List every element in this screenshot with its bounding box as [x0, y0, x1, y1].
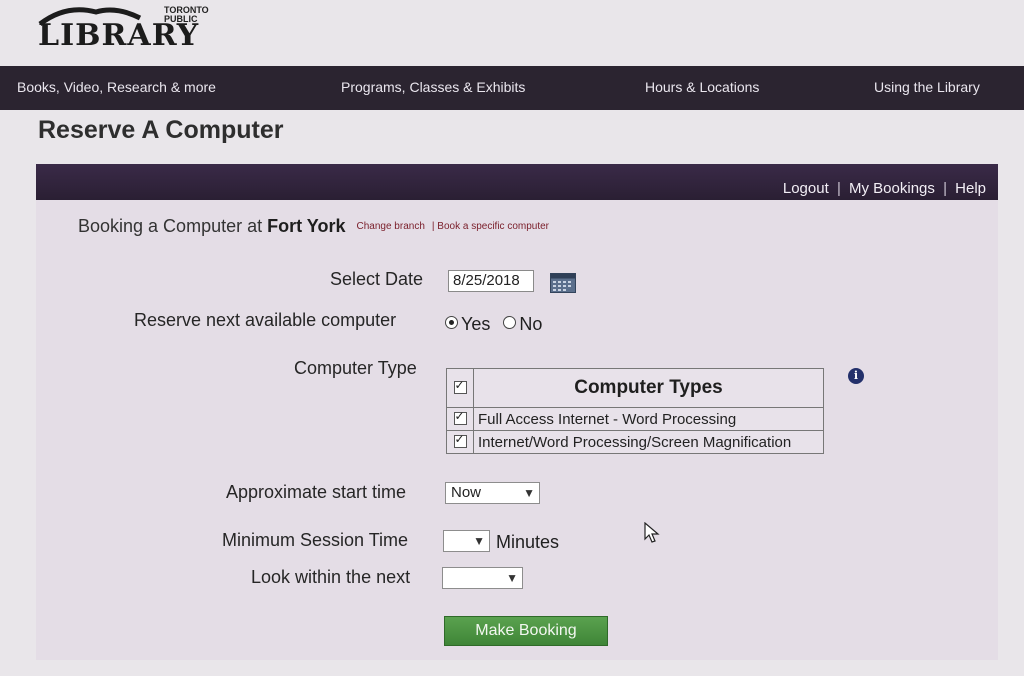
checkbox-cell: [446, 407, 474, 431]
minutes-unit: Minutes: [496, 532, 560, 552]
yes-radio[interactable]: [445, 316, 458, 329]
logo-wordmark: LIBRARY: [38, 18, 200, 53]
library-logo[interactable]: TORONTO PUBLIC LIBRARY: [36, 4, 216, 54]
link-separator: |: [943, 180, 947, 197]
yes-label[interactable]: Yes: [461, 314, 490, 334]
table-row: Internet/Word Processing/Screen Magnific…: [446, 430, 824, 454]
look-within-label: Look within the next: [251, 567, 411, 587]
computer-type-label: Computer Type: [294, 358, 417, 378]
table-row: Full Access Internet - Word Processing: [446, 407, 824, 431]
my-bookings-link[interactable]: My Bookings: [849, 180, 935, 197]
nav-item-books[interactable]: Books, Video, Research & more: [17, 79, 216, 95]
book-specific-computer-link[interactable]: | Book a specific computer: [432, 221, 549, 232]
branch-name: Fort York: [267, 216, 346, 236]
select-all-cell: [446, 368, 474, 408]
nav-item-programs[interactable]: Programs, Classes & Exhibits: [341, 79, 525, 95]
date-input[interactable]: 8/25/2018: [448, 270, 534, 292]
chevron-down-icon: ▼: [473, 534, 485, 548]
checkbox-cell: [446, 430, 474, 454]
reserve-next-label: Reserve next available computer: [134, 310, 397, 330]
no-radio[interactable]: [503, 316, 517, 329]
computer-type-name: Full Access Internet - Word Processing: [473, 407, 824, 431]
reserve-next-radio-group: Yes No: [445, 314, 542, 335]
info-icon[interactable]: i: [848, 368, 864, 384]
chevron-down-icon: ▼: [506, 571, 518, 585]
chevron-down-icon: ▼: [523, 486, 535, 500]
change-branch-link[interactable]: Change branch: [357, 221, 425, 232]
page-title: Reserve A Computer: [38, 116, 284, 144]
look-within-select[interactable]: ▼: [442, 567, 523, 589]
start-time-select[interactable]: Now ▼: [445, 482, 540, 504]
make-booking-button[interactable]: Make Booking: [444, 616, 608, 646]
logout-link[interactable]: Logout: [783, 180, 829, 197]
link-separator: |: [836, 180, 841, 197]
computer-type-checkbox[interactable]: [453, 432, 467, 449]
no-label[interactable]: No: [519, 314, 542, 334]
help-link[interactable]: Help: [955, 180, 986, 197]
panel-header-bar: Logout | My Bookings | Help: [36, 164, 998, 200]
min-session-label: Minimum Session Time: [222, 530, 409, 550]
nav-item-using[interactable]: Using the Library: [874, 79, 980, 95]
calendar-icon[interactable]: [550, 273, 576, 293]
table-header-row: Computer Types: [446, 368, 824, 408]
select-all-checkbox[interactable]: [453, 378, 467, 395]
min-session-select[interactable]: ▼: [443, 530, 490, 552]
start-time-label: Approximate start time: [226, 482, 407, 502]
booking-prefix: Booking a Computer at: [78, 216, 263, 236]
booking-panel: Logout | My Bookings | Help Booking a Co…: [36, 164, 998, 660]
computer-type-checkbox[interactable]: [453, 409, 467, 426]
account-links: Logout | My Bookings | Help: [783, 180, 986, 197]
start-time-value: Now: [451, 484, 482, 501]
computer-types-table: Computer Types Full Access Internet - Wo…: [446, 368, 824, 454]
booking-location: Booking a Computer at Fort York Change b…: [78, 216, 549, 237]
mouse-pointer-icon: [644, 522, 660, 543]
select-date-label: Select Date: [330, 269, 424, 289]
computer-types-header: Computer Types: [473, 368, 824, 408]
nav-item-hours[interactable]: Hours & Locations: [645, 79, 759, 95]
computer-type-name: Internet/Word Processing/Screen Magnific…: [473, 430, 824, 454]
main-navigation: Books, Video, Research & more Programs, …: [0, 66, 1024, 110]
